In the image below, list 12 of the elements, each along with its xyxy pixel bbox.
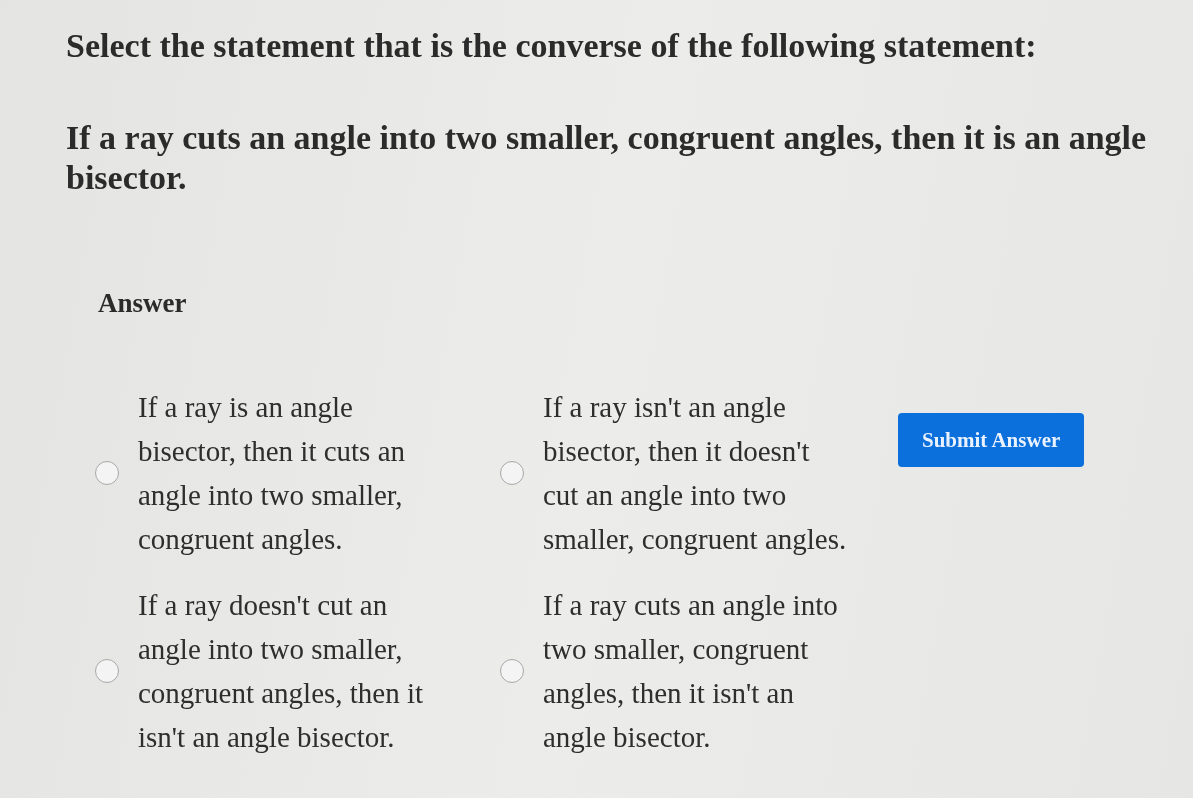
option-text: If a ray isn't an angle bisector, then it doesn't cut an angle into two smaller, congruent angles.	[543, 390, 848, 557]
option-text: If a ray is an angle bisector, then it cuts an angle into two smaller, congruent angles.	[138, 390, 407, 557]
question-prompt: Select the statement that is the converse of the following statement:	[66, 26, 1038, 66]
statement-text: If a ray cuts an angle into two smaller, congruent angles, then it is an angle bisector.	[66, 118, 1148, 198]
radio-button[interactable]	[95, 461, 119, 485]
answer-heading: Answer	[98, 287, 188, 320]
radio-button[interactable]	[95, 659, 119, 683]
submit-answer-button[interactable]: Submit Answer	[898, 413, 1085, 467]
radio-button[interactable]	[500, 659, 524, 683]
radio-button[interactable]	[500, 461, 524, 485]
option-text: If a ray doesn't cut an angle into two smaller, congruent angles, then it isn't an angle bisector.	[138, 588, 425, 755]
option-text: If a ray cuts an angle into two smaller, congruent angles, then it isn't an angle bisector.	[543, 588, 839, 755]
